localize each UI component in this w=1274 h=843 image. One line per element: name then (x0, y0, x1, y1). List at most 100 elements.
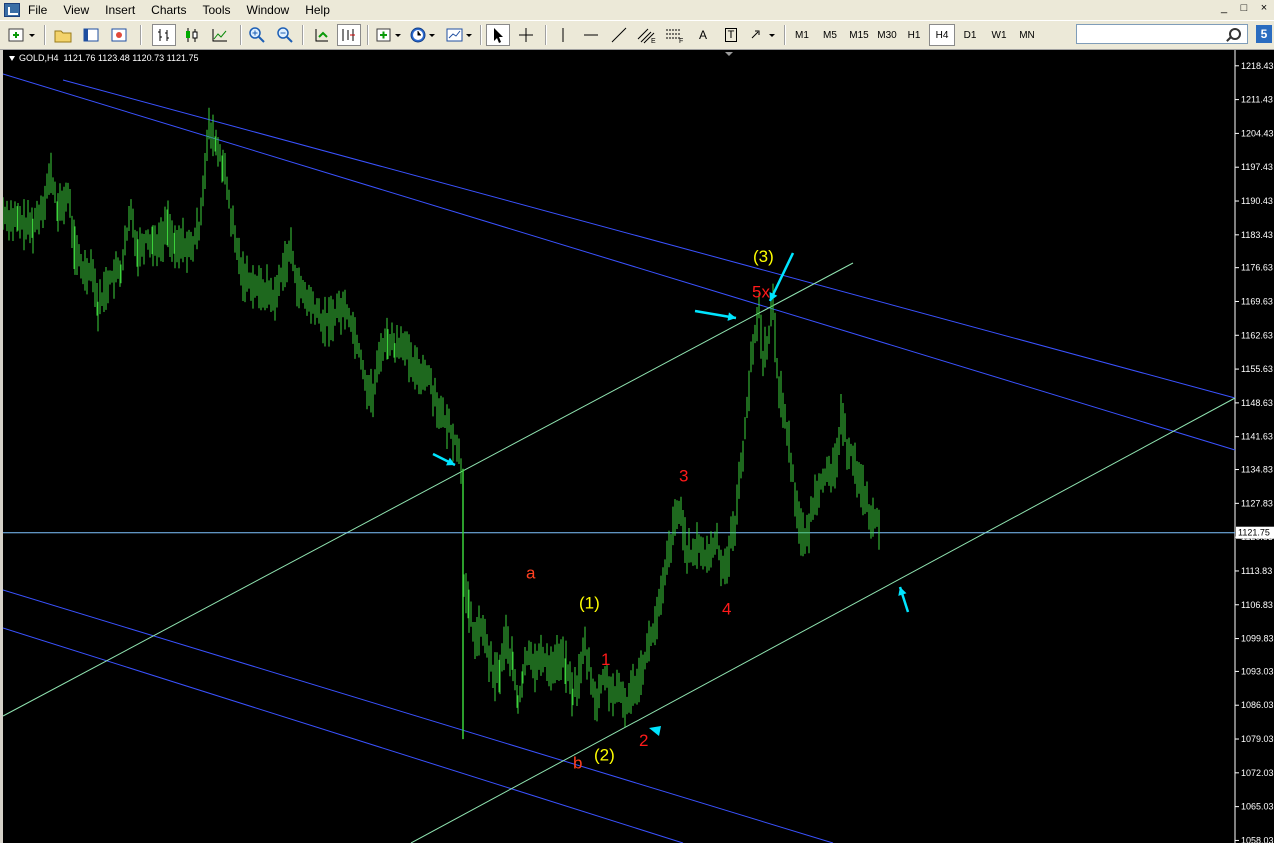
channel-line-2 (3, 589, 834, 843)
vertical-line-icon (562, 28, 564, 42)
channel-button[interactable]: E (634, 24, 660, 46)
menu-view[interactable]: View (61, 3, 97, 17)
price-tick-label: 1086.03 (1241, 700, 1274, 710)
menu-window[interactable]: Window (245, 3, 298, 17)
price-tick-label: 1079.03 (1241, 734, 1274, 744)
price-tick-label: 1065.03 (1241, 802, 1274, 812)
toolbar: E F A T M1 M5 M15 M30 H1 H4 D1 W1 MN 5 (0, 20, 1274, 50)
fibonacci-button[interactable]: F (662, 24, 688, 46)
wave-label: a (526, 563, 536, 582)
arrows-button[interactable] (748, 24, 778, 46)
indicators-icon (376, 28, 401, 42)
price-tick-label: 1134.83 (1241, 465, 1273, 475)
chart-shift-button[interactable] (337, 24, 361, 46)
trendline-button[interactable] (608, 24, 630, 46)
timeframe-m15[interactable]: M15 (846, 24, 872, 46)
timeframe-mn[interactable]: MN (1014, 24, 1040, 46)
price-tick-label: 1162.63 (1241, 330, 1273, 340)
minimize-button[interactable]: _ (1216, 1, 1232, 17)
horizontal-line-icon (584, 34, 598, 36)
navigator-icon (111, 28, 127, 42)
trendline-1 (410, 397, 1236, 843)
new-chart-button[interactable] (6, 24, 38, 46)
bar-chart-button[interactable] (152, 24, 176, 46)
crosshair-icon (519, 28, 533, 42)
fibonacci-icon: F (666, 29, 683, 44)
trendline-0 (3, 262, 854, 717)
community-badge[interactable]: 5 (1256, 25, 1272, 43)
search-input[interactable] (1076, 24, 1248, 44)
indicators-button[interactable] (374, 24, 404, 46)
menu-tools[interactable]: Tools (201, 3, 239, 17)
close-button[interactable]: × (1256, 1, 1272, 17)
search-icon[interactable] (1229, 28, 1241, 40)
current-price-label: 1121.75 (1238, 528, 1270, 538)
price-tick-label: 1190.43 (1241, 196, 1273, 206)
profiles-button[interactable] (52, 24, 74, 46)
new-chart-icon (8, 28, 35, 42)
price-tick-label: 1113.83 (1241, 566, 1272, 576)
chart-header: GOLD,H4 1121.76 1123.48 1120.73 1121.75 (9, 53, 199, 63)
timeframe-h1[interactable]: H1 (902, 24, 926, 46)
candlestick-icon (186, 28, 198, 42)
wave-label: 1 (601, 650, 610, 669)
price-bars (3, 107, 880, 727)
timeframe-d1[interactable]: D1 (958, 24, 982, 46)
channel-line-0 (3, 73, 1236, 451)
price-tick-label: 1204.43 (1241, 128, 1274, 138)
templates-button[interactable] (444, 24, 474, 46)
price-tick-label: 1106.83 (1241, 600, 1273, 610)
menu-bar: File View Insert Charts Tools Window Hel… (0, 0, 1274, 20)
price-tick-label: 1197.43 (1241, 162, 1273, 172)
price-tick-label: 1176.63 (1241, 263, 1273, 273)
wave-label: (2) (594, 745, 615, 764)
vertical-line-button[interactable] (552, 24, 574, 46)
zoom-in-icon (249, 27, 265, 43)
bar-chart-icon (158, 29, 169, 41)
template-icon (446, 28, 472, 42)
wave-label: (3) (753, 247, 774, 266)
collapse-triangle-icon[interactable] (9, 56, 15, 61)
restore-button[interactable]: □ (1236, 1, 1252, 17)
price-chart[interactable]: 1218.43 1211.43 1204.43 1197.43 1190.43 1183.… (3, 50, 1274, 843)
zoom-out-icon (277, 27, 293, 43)
text-tool-button[interactable]: A (692, 24, 714, 46)
timeframe-w1[interactable]: W1 (986, 24, 1012, 46)
zoom-in-button[interactable] (245, 24, 269, 46)
crosshair-button[interactable] (514, 24, 538, 46)
wave-label: 4 (722, 600, 731, 619)
chart-window[interactable]: 1218.43 1211.43 1204.43 1197.43 1190.43 1183.… (3, 50, 1274, 843)
folder-icon (54, 30, 72, 43)
menu-file[interactable]: File (26, 3, 55, 17)
navigator-button[interactable] (108, 24, 130, 46)
menu-charts[interactable]: Charts (149, 3, 194, 17)
text-label-button[interactable]: T (720, 24, 742, 46)
app-icon[interactable] (4, 3, 20, 17)
timeframe-h4[interactable]: H4 (929, 24, 955, 46)
cursor-tool-button[interactable] (486, 24, 510, 46)
svg-text:F: F (679, 38, 683, 44)
timeframe-m1[interactable]: M1 (790, 24, 814, 46)
auto-scroll-icon (315, 29, 328, 42)
zoom-out-button[interactable] (273, 24, 297, 46)
timeframe-m30[interactable]: M30 (874, 24, 900, 46)
wave-label: (1) (579, 593, 600, 612)
price-tick-label: 1183.43 (1241, 230, 1273, 240)
periods-button[interactable] (408, 24, 438, 46)
menu-help[interactable]: Help (303, 3, 338, 17)
market-watch-button[interactable] (80, 24, 102, 46)
candlestick-button[interactable] (180, 24, 204, 46)
price-tick-label: 1099.83 (1241, 634, 1274, 644)
wave-label: b (573, 754, 582, 773)
line-chart-button[interactable] (208, 24, 232, 46)
symbol-label: GOLD,H4 (19, 53, 59, 63)
timeframe-m5[interactable]: M5 (818, 24, 842, 46)
menu-insert[interactable]: Insert (103, 3, 143, 17)
price-tick-label: 1127.83 (1241, 498, 1273, 508)
price-tick-label: 1141.63 (1241, 432, 1273, 442)
price-tick-label: 1211.43 (1241, 95, 1273, 105)
wave-label: 2 (639, 731, 648, 750)
auto-scroll-button[interactable] (310, 24, 334, 46)
price-tick-label: 1058.03 (1241, 835, 1274, 843)
horizontal-line-button[interactable] (580, 24, 602, 46)
